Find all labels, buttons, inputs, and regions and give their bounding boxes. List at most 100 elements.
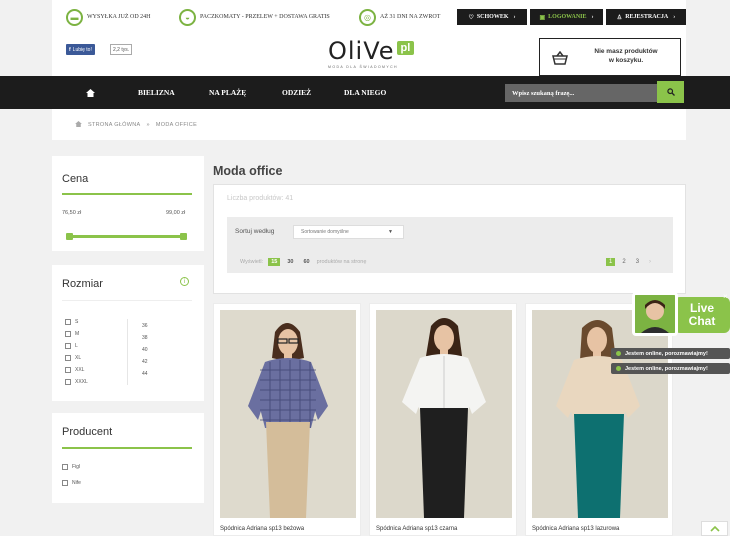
product-name[interactable]: Spódnica Adriana sp13 beżowa: [220, 526, 304, 532]
info-icon[interactable]: i: [180, 277, 189, 286]
register-label: REJESTRACJA: [625, 14, 669, 20]
nav-item-odziez[interactable]: ODZIEŻ: [282, 76, 311, 109]
price-slider-handle-min[interactable]: [66, 233, 73, 240]
pagination: 1 2 3 ›: [606, 258, 658, 266]
search-input[interactable]: Wpisz szukaną frazę...: [505, 84, 661, 102]
logo-suffix: pl: [396, 41, 415, 55]
size-number[interactable]: 42: [142, 359, 148, 365]
size-option-xxl[interactable]: XXL: [65, 366, 84, 374]
size-number[interactable]: 36: [142, 323, 148, 329]
producer-option-figl[interactable]: Figl: [62, 463, 80, 471]
size-option-xl[interactable]: XL: [65, 354, 81, 362]
per-page-30[interactable]: 30: [284, 258, 296, 266]
checkbox[interactable]: [65, 331, 71, 337]
logo-tagline: MODA DLA ŚWIADOMYCH: [328, 65, 398, 69]
search-icon: [666, 88, 675, 96]
chat-status[interactable]: Jestem online, porozmawiajmy!: [611, 348, 730, 359]
producer-option-nife[interactable]: Nife: [62, 479, 81, 487]
divider: [127, 319, 128, 385]
shipping-text: WYSYŁKA JUŻ OD 24H: [87, 14, 151, 20]
product-count: Liczba produktów: 41: [227, 195, 294, 202]
cart-box[interactable]: Nie masz produktów w koszyku.: [539, 38, 681, 76]
price-slider-handle-max[interactable]: [180, 233, 187, 240]
size-option-s[interactable]: S: [65, 318, 78, 326]
nav-item-bielizna[interactable]: BIELIZNA: [138, 76, 175, 109]
live-chat-title[interactable]: Live Chat: [674, 297, 730, 333]
size-number[interactable]: 40: [142, 347, 148, 353]
search-button[interactable]: [657, 81, 684, 103]
checkbox[interactable]: [65, 343, 71, 349]
fb-like-count: 2,2 tys.: [110, 44, 133, 55]
size-label: XL: [75, 355, 82, 361]
parcel-icon: ◒: [179, 8, 196, 26]
size-option-xxxl[interactable]: XXXL: [65, 378, 88, 386]
breadcrumb-current: MODA OFFICE: [155, 121, 198, 128]
per-page-15[interactable]: 15: [268, 258, 281, 266]
sort-label: Sortuj według: [235, 228, 275, 235]
returns-text: AŻ 31 DNI NA ZWROT: [380, 14, 441, 20]
wishlist-button[interactable]: ♡ SCHOWEK ›: [457, 9, 527, 25]
user-icon: ♙: [616, 14, 623, 21]
price-max: 99,00 zł: [166, 210, 186, 216]
product-image[interactable]: [376, 310, 512, 518]
checkbox[interactable]: [62, 464, 68, 470]
per-page-selector: Wyświetl: 15 30 60 produktów na stronę: [240, 258, 366, 266]
scroll-to-top-button[interactable]: [701, 521, 728, 536]
fb-like-label: Lubię to!: [72, 46, 92, 53]
chat-agent-avatar[interactable]: [632, 292, 678, 336]
nav-item-na-plaze[interactable]: NA PLAŻĘ: [209, 76, 246, 109]
per-page-label: Wyświetl:: [240, 259, 264, 265]
facebook-icon: f: [69, 46, 71, 53]
lock-icon: ▣: [539, 14, 546, 21]
truck-icon: ▬: [66, 8, 83, 26]
product-name[interactable]: Spódnica Adriana sp13 czarna: [376, 526, 457, 532]
cart-status-text: Nie masz produktów w koszyku.: [594, 48, 658, 64]
product-image[interactable]: [220, 310, 356, 518]
site-header: f Lubię to! 2,2 tys. OliVe pl MODA DLA Ś…: [52, 34, 686, 76]
divider: [62, 300, 192, 301]
nav-item-dla-niego[interactable]: DLA NIEGO: [344, 76, 386, 109]
login-button[interactable]: ▣ LOGOWANIE ›: [530, 9, 603, 25]
next-page-icon[interactable]: ›: [646, 258, 654, 266]
product-card[interactable]: Spódnica Adriana sp13 beżowa: [213, 303, 361, 536]
product-name[interactable]: Spódnica Adriana sp13 lazurowa: [532, 526, 619, 532]
breadcrumb-home[interactable]: STRONA GŁÓWNA: [88, 122, 141, 128]
page-2[interactable]: 2: [619, 258, 628, 266]
wishlist-label: SCHOWEK: [476, 14, 509, 20]
checkbox[interactable]: [65, 355, 71, 361]
producer-filter: Producent Figl Nife: [52, 413, 204, 503]
register-button[interactable]: ♙ REJESTRACJA ›: [606, 9, 686, 25]
price-filter: Cena 76,50 zł 99,00 zł: [52, 156, 204, 251]
page-1[interactable]: 1: [606, 258, 616, 266]
close-icon[interactable]: ×: [723, 292, 728, 301]
chat-status[interactable]: Jestem online, porozmawiajmy!: [611, 363, 730, 374]
size-label: M: [75, 331, 80, 337]
returns-info: ◎ AŻ 31 DNI NA ZWROT: [359, 8, 440, 26]
return-icon: ◎: [359, 8, 376, 26]
checkbox[interactable]: [62, 480, 68, 486]
checkbox[interactable]: [65, 367, 71, 373]
size-number[interactable]: 38: [142, 335, 148, 341]
facebook-like-button[interactable]: f Lubię to!: [66, 44, 95, 55]
price-filter-title: Cena: [62, 173, 89, 185]
size-label: L: [75, 343, 78, 349]
site-logo[interactable]: OliVe pl: [328, 37, 415, 65]
product-card[interactable]: Spódnica Adriana sp13 czarna: [369, 303, 517, 536]
login-label: LOGOWANIE: [548, 14, 587, 20]
producer-label: Figl: [72, 464, 81, 470]
size-label: XXL: [75, 367, 85, 373]
home-icon[interactable]: [86, 76, 95, 109]
size-option-l[interactable]: L: [65, 342, 78, 350]
logo-text: OliVe: [328, 37, 395, 65]
page-title: Moda office: [213, 164, 283, 178]
divider: [62, 193, 192, 195]
checkbox[interactable]: [65, 379, 71, 385]
size-number[interactable]: 44: [142, 371, 148, 377]
size-option-m[interactable]: M: [65, 330, 79, 338]
sort-select[interactable]: Sortowanie domyślne ▼: [293, 225, 404, 239]
checkbox[interactable]: [65, 319, 71, 325]
page-3[interactable]: 3: [633, 258, 642, 266]
home-icon[interactable]: [75, 120, 82, 129]
per-page-60[interactable]: 60: [300, 258, 312, 266]
size-label: S: [75, 319, 79, 325]
